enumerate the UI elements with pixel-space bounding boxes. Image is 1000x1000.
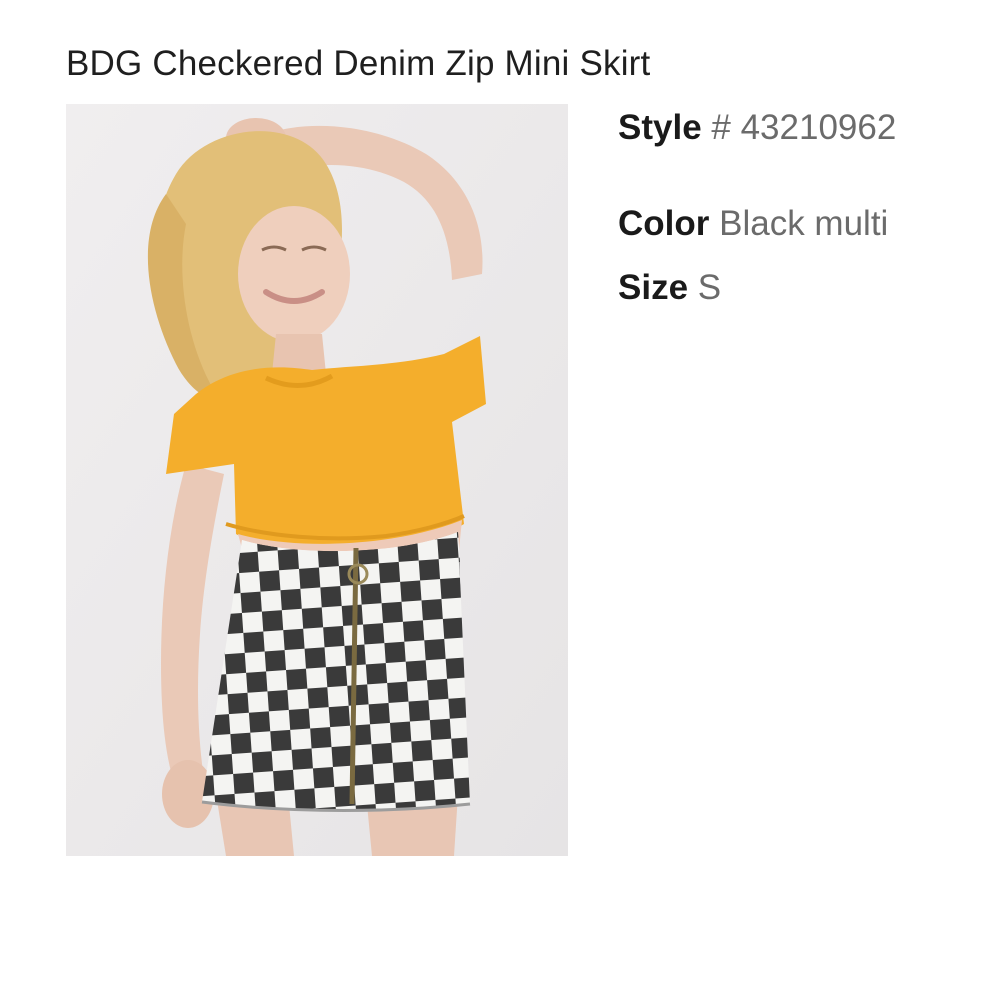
size-value: S xyxy=(697,268,722,307)
style-number: # 43210962 xyxy=(711,108,897,147)
style-row: Style # 43210962 xyxy=(618,108,896,148)
color-row: Color Black multi xyxy=(618,204,888,244)
size-label: Size xyxy=(618,268,689,307)
color-value: Black multi xyxy=(719,204,889,243)
color-label: Color xyxy=(618,204,710,243)
product-image[interactable] xyxy=(66,104,568,856)
product-photo-illustration xyxy=(66,104,568,856)
size-row: Size S xyxy=(618,268,721,308)
product-title: BDG Checkered Denim Zip Mini Skirt xyxy=(66,44,651,83)
style-label: Style xyxy=(618,108,702,147)
